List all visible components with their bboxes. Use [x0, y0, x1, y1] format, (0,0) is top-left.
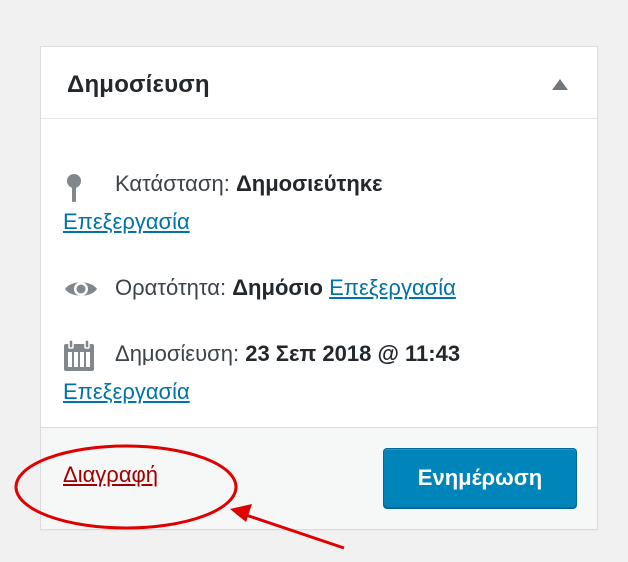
- screenshot-stage: Δημοσίευση Κατάσταση: Δημοσιεύτηκε Επεξε…: [0, 0, 628, 562]
- status-edit-link[interactable]: Επεξεργασία: [63, 207, 190, 237]
- status-text: Κατάσταση: Δημοσιεύτηκε: [115, 169, 382, 199]
- metabox-title: Δημοσίευση: [67, 71, 210, 98]
- status-value: Δημοσιεύτηκε: [235, 171, 383, 196]
- metabox-header: Δημοσίευση: [41, 47, 597, 119]
- visibility-label: Ορατότητα:: [115, 275, 227, 300]
- publish-metabox: Δημοσίευση Κατάσταση: Δημοσιεύτηκε Επεξε…: [40, 46, 598, 530]
- publish-date-value: 23 Σεπ 2018 @ 11:43: [245, 341, 461, 366]
- publish-date-edit-link[interactable]: Επεξεργασία: [63, 377, 190, 407]
- status-row: Κατάσταση: Δημοσιεύτηκε Επεξεργασία: [63, 169, 583, 249]
- visibility-value: Δημόσιο: [232, 275, 323, 300]
- publish-date-label: Δημοσίευση:: [115, 341, 240, 366]
- status-label: Κατάσταση:: [115, 171, 230, 196]
- pin-icon: [63, 173, 85, 211]
- triangle-up-icon: [552, 79, 568, 90]
- visibility-edit-link[interactable]: Επεξεργασία: [329, 275, 456, 300]
- collapse-toggle-button[interactable]: [549, 73, 571, 95]
- calendar-icon: [63, 339, 95, 380]
- publish-date-text: Δημοσίευση: 23 Σεπ 2018 @ 11:43: [115, 339, 460, 369]
- publish-date-row: Δημοσίευση: 23 Σεπ 2018 @ 11:43 Επεξεργα…: [63, 339, 583, 419]
- major-publishing-actions: Διαγραφή Ενημέρωση: [41, 427, 597, 529]
- eye-icon: [63, 277, 99, 309]
- delete-link[interactable]: Διαγραφή: [63, 462, 158, 488]
- update-button[interactable]: Ενημέρωση: [383, 448, 577, 508]
- visibility-row: Ορατότητα: Δημόσιο Επεξεργασία: [63, 273, 583, 309]
- visibility-text: Ορατότητα: Δημόσιο Επεξεργασία: [115, 273, 456, 303]
